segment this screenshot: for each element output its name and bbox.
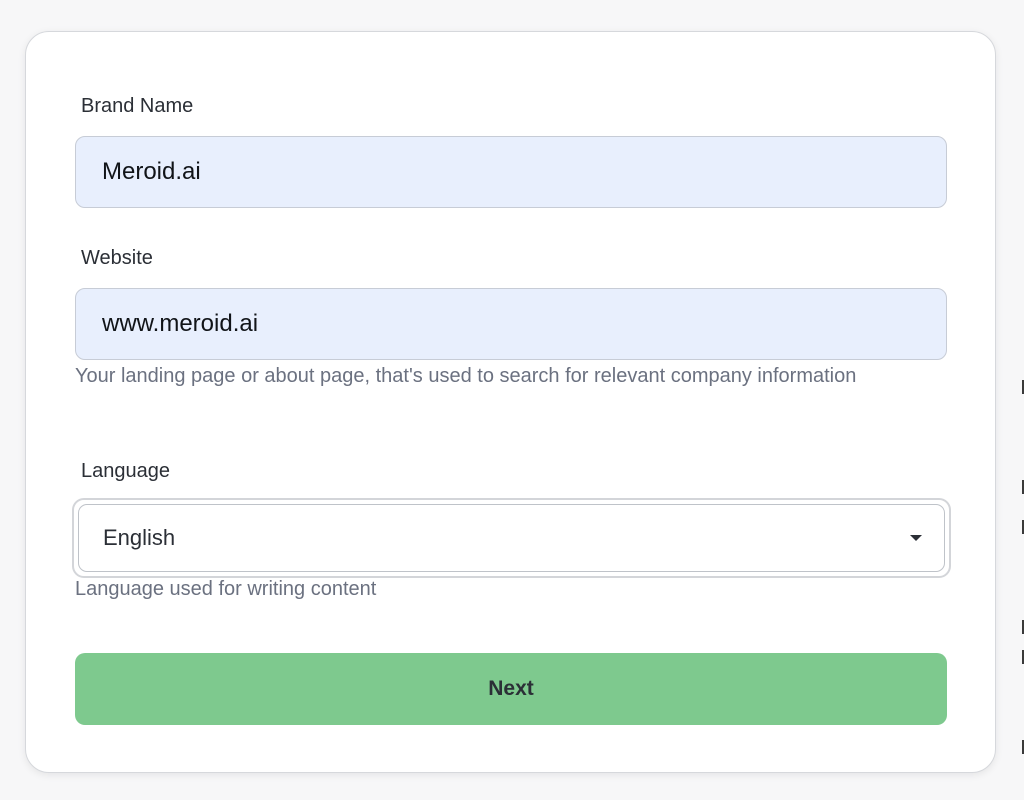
- language-select-field[interactable]: English: [78, 504, 945, 572]
- brand-name-value: Meroid.ai: [102, 158, 201, 185]
- brand-name-input[interactable]: Meroid.ai: [75, 136, 947, 208]
- window-edge: [1020, 0, 1024, 800]
- language-helper-text: Language used for writing content: [75, 578, 377, 600]
- brand-name-label: Brand Name: [81, 95, 194, 117]
- website-helper-text: Your landing page or about page, that's …: [75, 365, 857, 387]
- website-value: www.meroid.ai: [102, 310, 259, 337]
- website-input[interactable]: www.meroid.ai: [75, 288, 947, 360]
- caret-down-icon[interactable]: [910, 535, 922, 541]
- language-selected-value: English: [103, 525, 176, 550]
- website-label: Website: [81, 247, 153, 269]
- next-button[interactable]: Next: [75, 653, 947, 725]
- language-select[interactable]: English: [72, 498, 951, 578]
- language-label: Language: [81, 460, 170, 482]
